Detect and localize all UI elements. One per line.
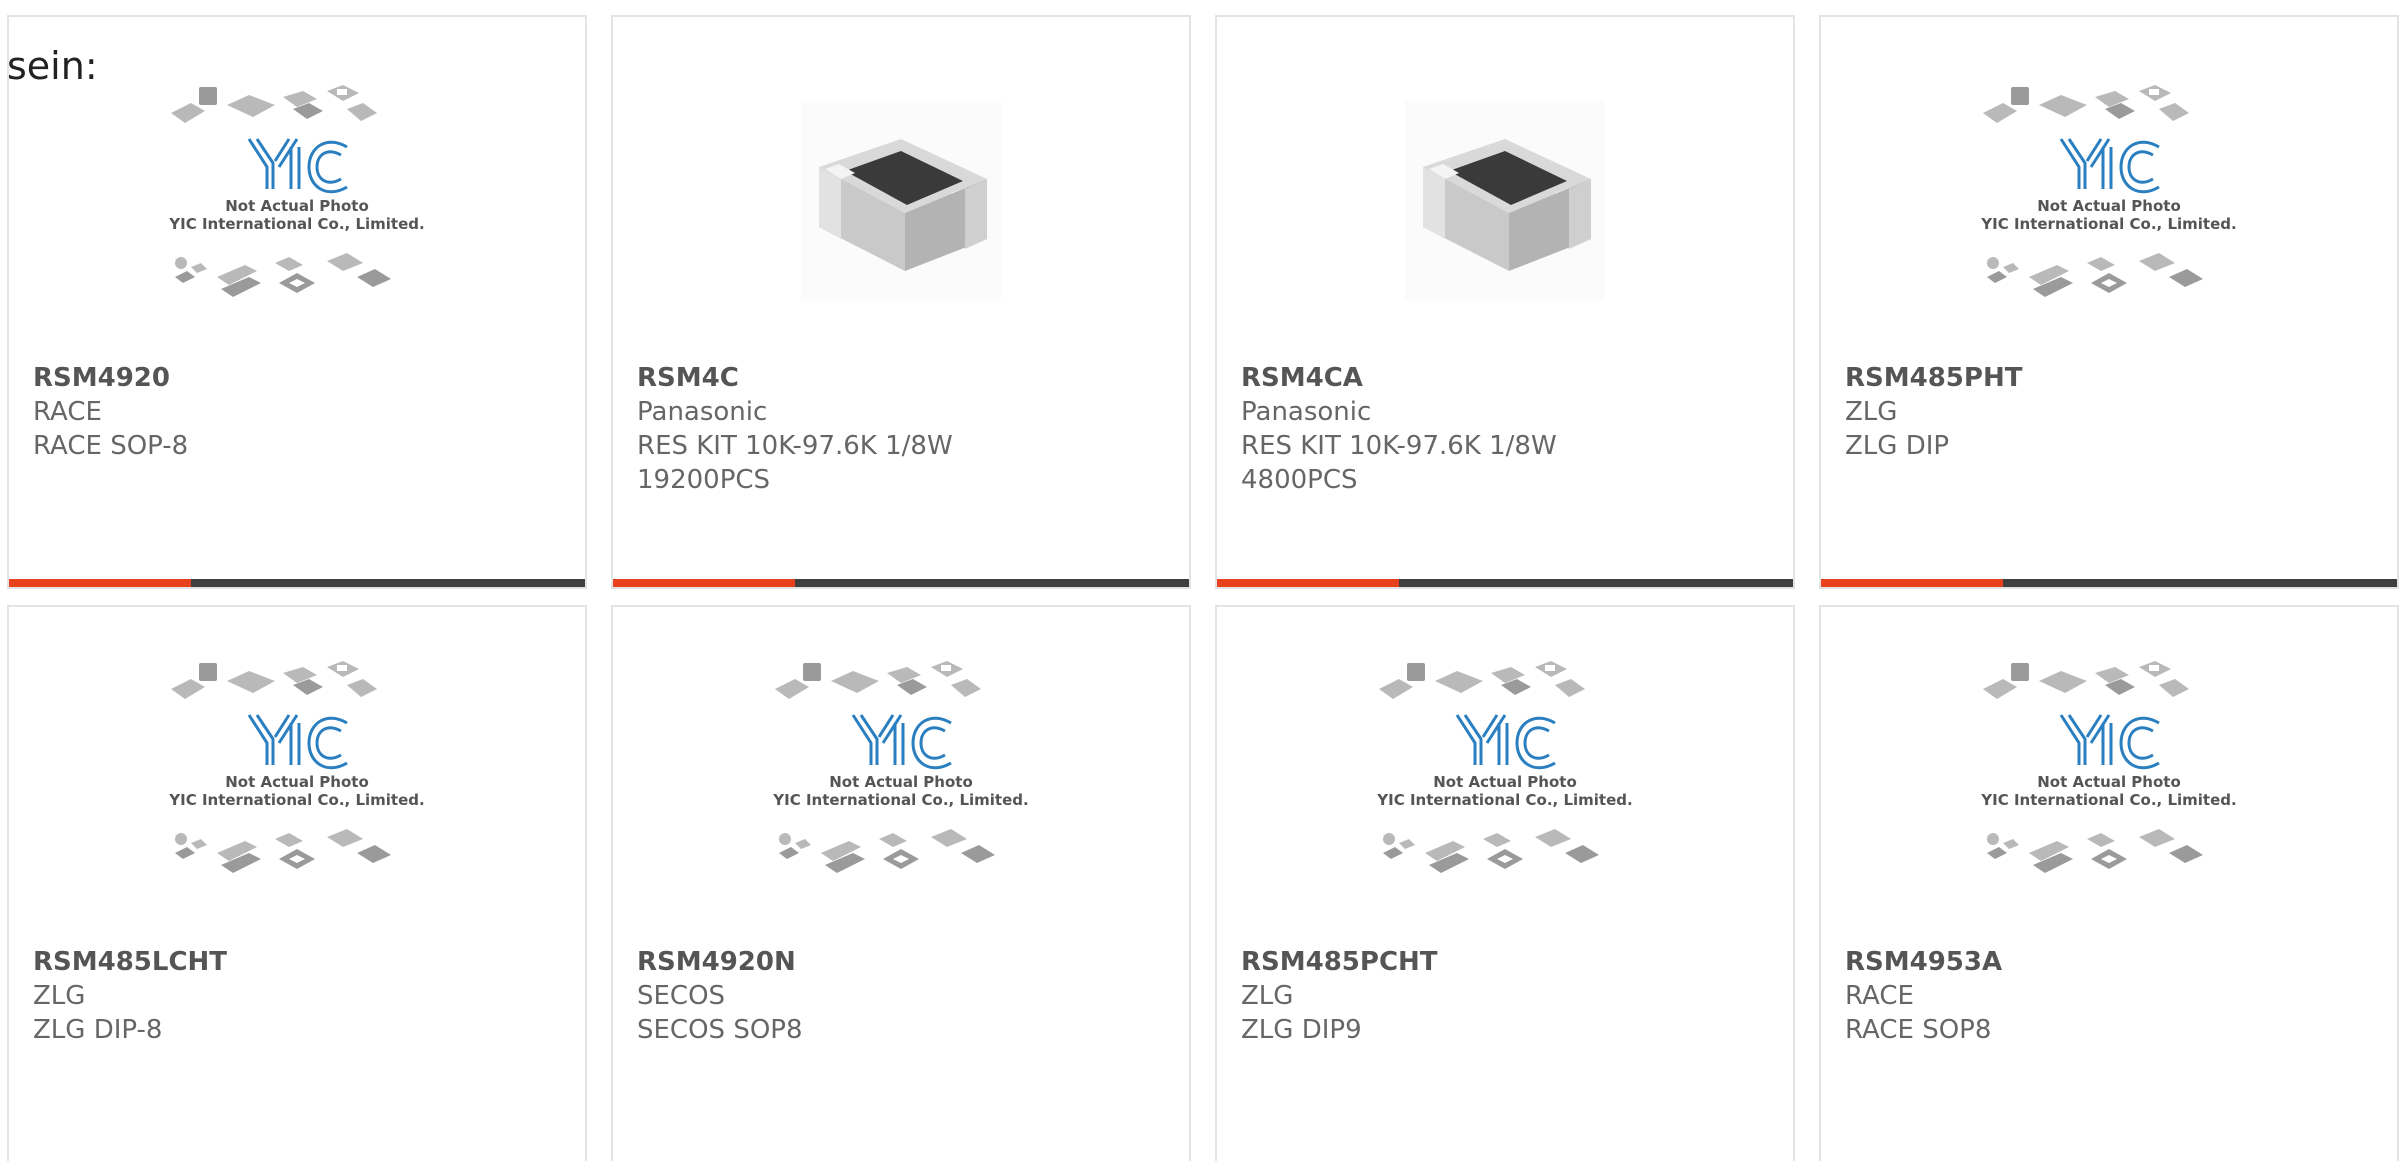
manufacturer: RACE [1845, 981, 1914, 1011]
placeholder-line2: YIC International Co., Limited. [168, 791, 424, 809]
description: RES KIT 10K-97.6K 1/8W [1241, 431, 1557, 461]
smd-resistor-photo [801, 101, 1001, 301]
placeholder-line1: Not Actual Photo [2037, 773, 2181, 791]
description: ZLG DIP-8 [33, 1015, 163, 1045]
card-accent-bar [1217, 579, 1399, 587]
product-image[interactable]: Not Actual Photo YIC International Co., L… [1217, 661, 1793, 877]
product-image[interactable]: Not Actual Photo YIC International Co., L… [1821, 85, 2397, 301]
chip-icons-bottom [175, 829, 391, 873]
not-actual-photo-placeholder: Not Actual PhotoYIC International Co., L… [168, 661, 425, 873]
card-accent-bar [613, 579, 795, 587]
product-info: RSM4920N SECOS SECOS SOP8 [637, 945, 1169, 1047]
chip-icons-bottom [1383, 829, 1599, 873]
chip-icons-top [171, 85, 377, 123]
chip-icons-top [1379, 661, 1585, 699]
chip-icons-bottom [175, 253, 391, 297]
product-image[interactable]: Not Actual Photo YIC International Co., L… [9, 85, 585, 301]
not-actual-photo-placeholder: Not Actual PhotoYIC International Co., L… [1980, 661, 2237, 873]
yic-logo [2059, 138, 2160, 194]
not-actual-photo-placeholder: Not Actual PhotoYIC International Co., L… [1376, 661, 1633, 873]
product-card[interactable]: RSM4C Panasonic RES KIT 10K-97.6K 1/8W 1920… [611, 15, 1191, 589]
intro-text: sein: [7, 44, 98, 88]
product-grid-page: sein: Not Actual Photo YIC International … [0, 0, 2400, 1161]
chip-icons-top [1983, 661, 2189, 699]
product-info: RSM485LCHT ZLG ZLG DIP-8 [33, 945, 565, 1047]
product-image[interactable] [613, 101, 1189, 301]
product-card[interactable]: Not Actual Photo YIC International Co., L… [1819, 605, 2399, 1161]
yic-logo [2059, 714, 2160, 770]
quantity: 4800PCS [1241, 465, 1358, 495]
part-number[interactable]: RSM485PHT [1845, 361, 2377, 395]
chip-icons-top [1983, 85, 2189, 123]
product-card[interactable]: Not Actual Photo YIC International Co., L… [611, 605, 1191, 1161]
product-card[interactable]: Not Actual Photo YIC International Co., L… [7, 15, 587, 589]
card-bottom-bar [9, 579, 585, 587]
chip-icons-top [775, 661, 981, 699]
card-bottom-bar [613, 579, 1189, 587]
placeholder-line2: YIC International Co., Limited. [772, 791, 1028, 809]
placeholder-line1: Not Actual Photo [225, 197, 369, 215]
smd-resistor-photo [1405, 101, 1605, 301]
description: ZLG DIP [1845, 431, 1950, 461]
product-info: RSM4CA Panasonic RES KIT 10K-97.6K 1/8W 480… [1241, 361, 1773, 497]
description: SECOS SOP8 [637, 1015, 803, 1045]
chip-icons-bottom [1987, 829, 2203, 873]
manufacturer: SECOS [637, 981, 726, 1011]
chip-icons-bottom [779, 829, 995, 873]
product-info: RSM4920 RACE RACE SOP-8 [33, 361, 565, 463]
description: RACE SOP-8 [33, 431, 189, 461]
not-actual-photo-placeholder: Not Actual PhotoYIC International Co., L… [1980, 85, 2237, 297]
placeholder-line2: YIC International Co., Limited. [1980, 791, 2236, 809]
yic-logo [247, 138, 348, 194]
manufacturer: Panasonic [1241, 397, 1372, 427]
placeholder-line1: Not Actual Photo [225, 773, 369, 791]
product-image[interactable] [1217, 101, 1793, 301]
part-number[interactable]: RSM485LCHT [33, 945, 565, 979]
part-number[interactable]: RSM4CA [1241, 361, 1773, 395]
placeholder-line2: YIC International Co., Limited. [1376, 791, 1632, 809]
yic-logo [1455, 714, 1556, 770]
description: RACE SOP8 [1845, 1015, 1992, 1045]
card-bottom-bar [1821, 579, 2397, 587]
product-image[interactable]: Not Actual Photo YIC International Co., L… [613, 661, 1189, 877]
part-number[interactable]: RSM4953A [1845, 945, 2377, 979]
manufacturer: ZLG [1241, 981, 1294, 1011]
placeholder-line2: YIC International Co., Limited. [168, 215, 424, 233]
product-card[interactable]: Not Actual Photo YIC International Co., L… [1819, 15, 2399, 589]
part-number[interactable]: RSM4920 [33, 361, 565, 395]
product-info: RSM4C Panasonic RES KIT 10K-97.6K 1/8W 1920… [637, 361, 1169, 497]
part-number[interactable]: RSM485PCHT [1241, 945, 1773, 979]
part-number[interactable]: RSM4C [637, 361, 1169, 395]
product-card[interactable]: RSM4CA Panasonic RES KIT 10K-97.6K 1/8W 480… [1215, 15, 1795, 589]
not-actual-photo-placeholder: Not Actual PhotoYIC International Co., L… [168, 85, 425, 297]
part-number[interactable]: RSM4920N [637, 945, 1169, 979]
product-info: RSM485PCHT ZLG ZLG DIP9 [1241, 945, 1773, 1047]
product-info: RSM4953A RACE RACE SOP8 [1845, 945, 2377, 1047]
placeholder-line1: Not Actual Photo [1433, 773, 1577, 791]
manufacturer: ZLG [1845, 397, 1898, 427]
card-accent-bar [9, 579, 191, 587]
description: ZLG DIP9 [1241, 1015, 1362, 1045]
product-image[interactable]: Not Actual Photo YIC International Co., L… [9, 661, 585, 877]
product-card[interactable]: Not Actual Photo YIC International Co., L… [7, 605, 587, 1161]
chip-icons-top [171, 661, 377, 699]
manufacturer: ZLG [33, 981, 86, 1011]
chip-icons-bottom [1987, 253, 2203, 297]
placeholder-line1: Not Actual Photo [829, 773, 973, 791]
description: RES KIT 10K-97.6K 1/8W [637, 431, 953, 461]
quantity: 19200PCS [637, 465, 771, 495]
yic-logo [247, 714, 348, 770]
product-image[interactable]: Not Actual Photo YIC International Co., L… [1821, 661, 2397, 877]
yic-logo [851, 714, 952, 770]
card-bottom-bar [1217, 579, 1793, 587]
product-card[interactable]: Not Actual Photo YIC International Co., L… [1215, 605, 1795, 1161]
manufacturer: RACE [33, 397, 102, 427]
manufacturer: Panasonic [637, 397, 768, 427]
card-accent-bar [1821, 579, 2003, 587]
placeholder-line1: Not Actual Photo [2037, 197, 2181, 215]
not-actual-photo-placeholder: Not Actual PhotoYIC International Co., L… [772, 661, 1029, 873]
product-info: RSM485PHT ZLG ZLG DIP [1845, 361, 2377, 463]
placeholder-line2: YIC International Co., Limited. [1980, 215, 2236, 233]
